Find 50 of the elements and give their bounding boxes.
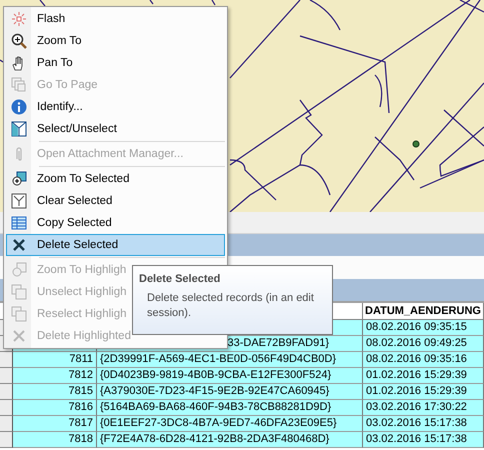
zoom-selected-icon <box>11 171 27 187</box>
table-cell: 08.02.2016 09:35:16 <box>363 352 484 368</box>
info-icon <box>11 99 27 115</box>
table-cell: 08.02.2016 09:49:25 <box>363 336 484 352</box>
menu-item[interactable]: Identify... <box>6 96 225 118</box>
menu-item[interactable]: Select/Unselect <box>6 118 225 140</box>
zoom-in-icon <box>11 33 27 49</box>
table-cell: {0D4023B9-9819-4B0B-9CBA-E12FE300F524} <box>97 368 363 384</box>
table-cell: 03.02.2016 15:17:38 <box>363 432 484 448</box>
clear-selection-icon <box>11 193 27 209</box>
table-cell: 01.02.2016 15:29:39 <box>363 368 484 384</box>
tooltip-title: Delete Selected <box>139 273 222 285</box>
menu-item[interactable]: Pan To <box>6 52 225 74</box>
row-selector[interactable] <box>0 384 13 400</box>
menu-item[interactable]: Delete Selected <box>6 234 225 256</box>
table-cell: {A379030E-7D23-4F15-9E2B-92E47CA60945} <box>97 384 363 400</box>
table-cell: 08.02.2016 09:35:15 <box>363 320 484 336</box>
table-cell: 7815 <box>13 384 97 400</box>
reselect-highlighted-icon <box>11 306 27 322</box>
table-cell: 7817 <box>13 416 97 432</box>
menu-item[interactable]: Flash <box>6 8 225 30</box>
row-selector[interactable] <box>0 352 13 368</box>
tooltip-text: Delete selected records (in an edit session). <box>146 291 315 321</box>
table-cell: 03.02.2016 17:30:22 <box>363 400 484 416</box>
select-features-icon <box>11 121 27 137</box>
zoom-highlighted-icon <box>11 262 27 278</box>
unselect-highlighted-icon <box>11 284 27 300</box>
table-cell: {5164BA69-BA68-460F-94B3-78CB88281D9D} <box>97 400 363 416</box>
pages-icon <box>11 77 27 93</box>
flash-icon <box>11 11 27 27</box>
delete-icon <box>11 328 27 344</box>
row-selector[interactable] <box>0 368 13 384</box>
table-cell: 7818 <box>13 432 97 448</box>
table-cell: {2D39991F-A569-4EC1-BE0D-056F49D4CB0D} <box>97 352 363 368</box>
column-header[interactable]: DATUM_AENDERUNG <box>363 303 484 319</box>
menu-item[interactable]: Clear Selected <box>6 190 225 212</box>
table-cell: 7811 <box>13 352 97 368</box>
table-cell: 03.02.2016 15:17:38 <box>363 416 484 432</box>
row-selector[interactable] <box>0 432 13 448</box>
row-selector[interactable] <box>0 400 13 416</box>
table-cell: 7812 <box>13 368 97 384</box>
row-selector[interactable] <box>0 416 13 432</box>
table-cell: 7816 <box>13 400 97 416</box>
delete-icon <box>11 237 27 253</box>
table-cell: {F72E4A78-6D28-4121-92B8-2DA3F480468D} <box>97 432 363 448</box>
table-cell: 01.02.2016 15:29:39 <box>363 384 484 400</box>
menu-item[interactable]: Zoom To Selected <box>6 168 225 190</box>
table-icon <box>11 215 27 231</box>
menu-item[interactable]: Zoom To <box>6 30 225 52</box>
table-cell: {0E1EEF27-3DC8-4B7A-9ED7-46DFA23E09E5} <box>97 416 363 432</box>
